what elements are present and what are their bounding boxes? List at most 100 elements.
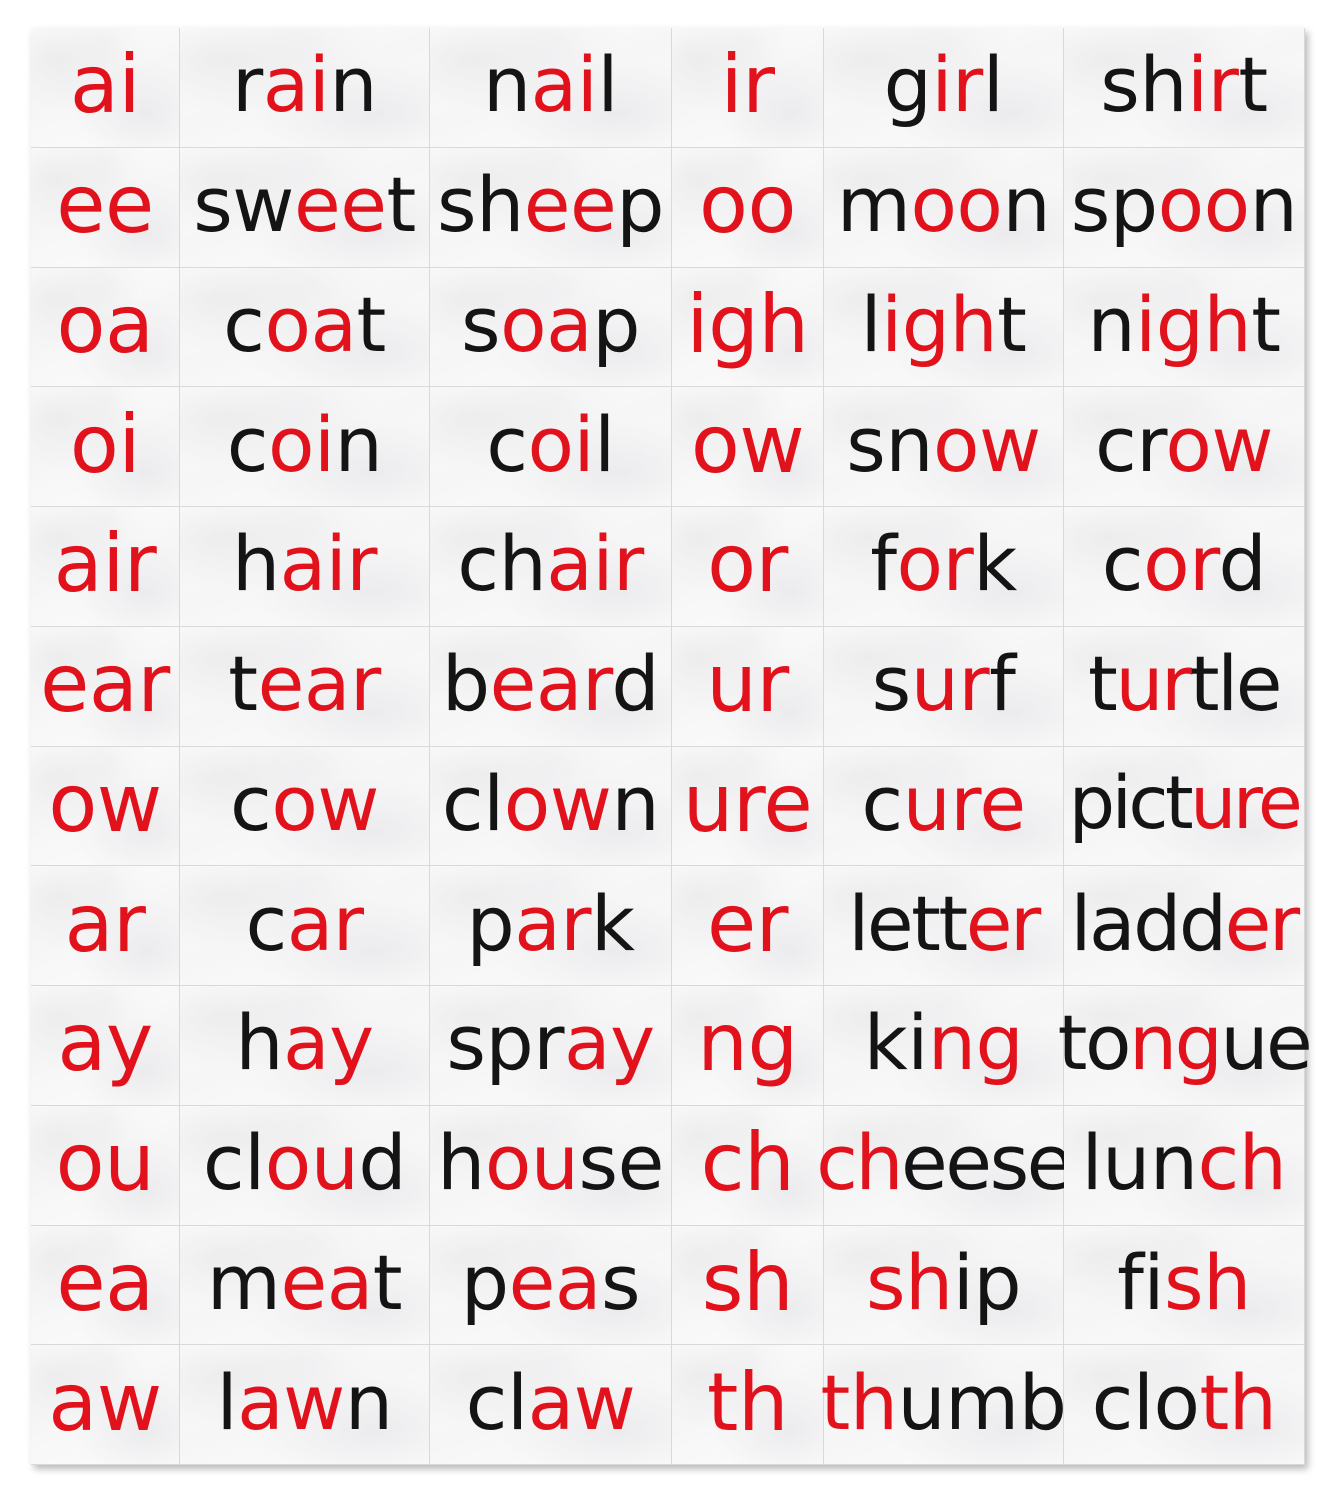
grapheme-card-ee[interactable]: ee <box>31 147 179 267</box>
word-card-cloth[interactable]: cloth <box>1064 1345 1304 1464</box>
word-card-peas[interactable]: peas <box>430 1225 671 1345</box>
word-card-letter[interactable]: letter <box>824 866 1063 985</box>
word-card-cloud[interactable]: cloud <box>180 1105 429 1225</box>
grapheme-card-ea[interactable]: ea <box>31 1225 179 1345</box>
word-segment: n <box>1087 279 1136 369</box>
word-card-cheese[interactable]: cheese <box>816 1105 1073 1225</box>
grapheme-card-ir[interactable]: ir <box>672 28 823 147</box>
word-card-claw[interactable]: claw <box>430 1345 671 1464</box>
word-card-chair[interactable]: chair <box>430 507 671 626</box>
grapheme-text: ng <box>697 996 798 1090</box>
word-card-coat[interactable]: coat <box>180 267 429 387</box>
word-card-crow[interactable]: crow <box>1064 387 1304 506</box>
word-segment: m <box>206 1237 281 1327</box>
word-segment: n <box>611 758 660 848</box>
grapheme-card-air[interactable]: air <box>31 507 179 626</box>
word-card-clown[interactable]: clown <box>430 746 671 866</box>
grapheme-card-th[interactable]: th <box>672 1345 823 1464</box>
word-card-house[interactable]: house <box>430 1105 671 1225</box>
word-card-tear[interactable]: tear <box>180 626 429 746</box>
grapheme-highlight: er <box>965 878 1042 968</box>
word-card-sweet[interactable]: sweet <box>180 147 429 267</box>
word-text: sweet <box>193 167 416 243</box>
word-card-coin[interactable]: coin <box>180 387 429 506</box>
word-card-light[interactable]: light <box>824 267 1063 387</box>
word-card-tongue[interactable]: tongue <box>1058 986 1313 1105</box>
grapheme-text: ow <box>690 397 805 491</box>
grapheme-card-ow[interactable]: ow <box>672 387 823 506</box>
word-card-moon[interactable]: moon <box>824 147 1063 267</box>
word-card-surf[interactable]: surf <box>824 626 1063 746</box>
word-card-sheep[interactable]: sheep <box>430 147 671 267</box>
grapheme-text: ure <box>682 756 813 850</box>
word-card-ship[interactable]: ship <box>824 1225 1063 1345</box>
word-card-car[interactable]: car <box>180 866 429 985</box>
word-card-hay[interactable]: hay <box>180 986 429 1105</box>
word-card-lunch[interactable]: lunch <box>1064 1105 1304 1225</box>
word-card-night[interactable]: night <box>1064 267 1304 387</box>
grapheme-text: er <box>706 876 789 970</box>
grapheme-card-ai[interactable]: ai <box>31 28 179 147</box>
grapheme-card-ur[interactable]: ur <box>672 626 823 746</box>
grapheme-highlight: ow <box>1165 399 1274 489</box>
grapheme-highlight: igh <box>1135 279 1252 369</box>
word-card-meat[interactable]: meat <box>180 1225 429 1345</box>
word-card-spray[interactable]: spray <box>430 986 671 1105</box>
word-card-cow[interactable]: cow <box>180 746 429 866</box>
word-card-spoon[interactable]: spoon <box>1064 147 1304 267</box>
word-card-beard[interactable]: beard <box>430 626 671 746</box>
word-card-fish[interactable]: fish <box>1064 1225 1304 1345</box>
grapheme-card-sh[interactable]: sh <box>672 1225 823 1345</box>
grapheme-highlight: ar <box>286 878 364 968</box>
word-card-lawn[interactable]: lawn <box>180 1345 429 1464</box>
grapheme-card-ar[interactable]: ar <box>31 866 179 985</box>
grapheme-card-aw[interactable]: aw <box>31 1345 179 1464</box>
grapheme-highlight: ng <box>1128 998 1223 1088</box>
grapheme-highlight: ay <box>283 998 374 1088</box>
word-card-picture[interactable]: picture <box>1064 746 1304 866</box>
word-card-fork[interactable]: fork <box>824 507 1063 626</box>
grapheme-card-igh[interactable]: igh <box>672 267 823 387</box>
grapheme-card-ure[interactable]: ure <box>672 746 823 866</box>
word-card-coil[interactable]: coil <box>430 387 671 506</box>
grapheme-highlight: aw <box>237 1357 345 1447</box>
word-segment: fi <box>1117 1237 1165 1327</box>
grapheme-card-oi[interactable]: oi <box>31 387 179 506</box>
word-text: letter <box>848 885 1041 962</box>
word-card-thumb[interactable]: thumb <box>821 1345 1067 1464</box>
grapheme-card-ou[interactable]: ou <box>31 1105 179 1225</box>
grapheme-card-er[interactable]: er <box>672 866 823 985</box>
word-segment: t <box>356 279 387 369</box>
grapheme-card-or[interactable]: or <box>672 507 823 626</box>
word-card-girl[interactable]: girl <box>824 28 1063 147</box>
grapheme-card-ear[interactable]: ear <box>31 626 179 746</box>
grapheme-text: igh <box>686 277 809 371</box>
word-card-cure[interactable]: cure <box>824 746 1063 866</box>
grapheme-card-oo[interactable]: oo <box>672 147 823 267</box>
word-text: hay <box>235 1005 374 1081</box>
word-card-hair[interactable]: hair <box>180 507 429 626</box>
word-card-park[interactable]: park <box>430 866 671 985</box>
grapheme-card-ng[interactable]: ng <box>672 986 823 1105</box>
word-card-rain[interactable]: rain <box>180 28 429 147</box>
word-segment: s <box>461 279 501 369</box>
word-card-king[interactable]: king <box>824 986 1063 1105</box>
word-card-turtle[interactable]: turtle <box>1064 626 1304 746</box>
word-segment: se <box>578 1118 664 1208</box>
grapheme-card-ay[interactable]: ay <box>31 986 179 1105</box>
grapheme-highlight: ur <box>910 639 990 729</box>
grapheme-highlight: ir <box>1187 40 1239 130</box>
word-card-snow[interactable]: snow <box>824 387 1063 506</box>
grapheme-card-ow[interactable]: ow <box>31 746 179 866</box>
grapheme-card-ch[interactable]: ch <box>672 1105 823 1225</box>
word-card-shirt[interactable]: shirt <box>1064 28 1304 147</box>
word-card-nail[interactable]: nail <box>430 28 671 147</box>
grapheme-highlight: aw <box>527 1357 636 1447</box>
word-text: cow <box>230 765 379 842</box>
word-card-ladder[interactable]: ladder <box>1064 866 1304 985</box>
word-segment: d <box>611 639 660 729</box>
word-card-cord[interactable]: cord <box>1064 507 1304 626</box>
word-text: sheep <box>437 167 665 243</box>
grapheme-card-oa[interactable]: oa <box>31 267 179 387</box>
word-card-soap[interactable]: soap <box>430 267 671 387</box>
